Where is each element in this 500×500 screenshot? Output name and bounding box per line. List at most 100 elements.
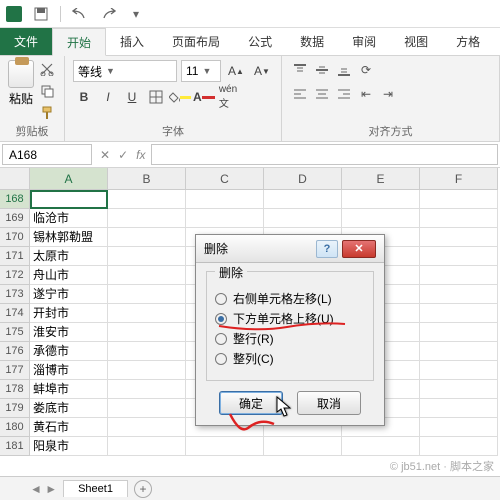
row-header[interactable]: 173 (0, 285, 30, 304)
cell[interactable] (108, 418, 186, 437)
border-button[interactable] (145, 86, 167, 108)
cell[interactable] (108, 285, 186, 304)
fx-icon[interactable]: fx (136, 148, 145, 162)
qat-customize-icon[interactable]: ▾ (127, 5, 145, 23)
column-header[interactable]: A (30, 168, 108, 190)
sheet-nav[interactable]: ◄ ► (30, 482, 57, 496)
row-header[interactable]: 168 (0, 190, 30, 209)
cancel-button[interactable]: 取消 (297, 391, 361, 415)
tab-view[interactable]: 视图 (390, 28, 442, 55)
cell[interactable] (420, 285, 498, 304)
decrease-indent-icon[interactable]: ⇤ (356, 84, 376, 104)
fill-color-button[interactable] (169, 86, 191, 108)
cell[interactable]: 开封市 (30, 304, 108, 323)
cell[interactable] (186, 437, 264, 456)
redo-icon[interactable] (99, 5, 117, 23)
row-header[interactable]: 171 (0, 247, 30, 266)
cell[interactable] (108, 190, 186, 209)
cell[interactable] (108, 247, 186, 266)
cell[interactable] (420, 304, 498, 323)
italic-button[interactable]: I (97, 86, 119, 108)
cell[interactable] (420, 342, 498, 361)
sheet-tab[interactable]: Sheet1 (63, 480, 128, 497)
font-name-combo[interactable]: 等线▼ (73, 60, 177, 82)
cell[interactable]: 黄石市 (30, 418, 108, 437)
cell[interactable] (342, 190, 420, 209)
save-icon[interactable] (32, 5, 50, 23)
cut-icon[interactable] (38, 60, 56, 78)
cell[interactable] (108, 209, 186, 228)
tab-formulas[interactable]: 公式 (234, 28, 286, 55)
cell[interactable] (420, 437, 498, 456)
cell[interactable] (420, 418, 498, 437)
row-header[interactable]: 176 (0, 342, 30, 361)
cell[interactable]: 淮安市 (30, 323, 108, 342)
column-header[interactable]: B (108, 168, 186, 190)
cell[interactable] (264, 190, 342, 209)
underline-button[interactable]: U (121, 86, 143, 108)
cell[interactable] (108, 399, 186, 418)
cell[interactable] (264, 437, 342, 456)
cell[interactable]: 阳泉市 (30, 437, 108, 456)
cell[interactable] (108, 266, 186, 285)
radio-entire-row[interactable]: 整行(R) (215, 330, 365, 347)
increase-indent-icon[interactable]: ⇥ (378, 84, 398, 104)
cell[interactable] (420, 380, 498, 399)
formula-bar[interactable] (151, 144, 498, 165)
dialog-help-button[interactable]: ? (316, 240, 338, 258)
cell[interactable] (420, 190, 498, 209)
align-left-icon[interactable] (290, 84, 310, 104)
radio-shift-up[interactable]: 下方单元格上移(U) (215, 310, 365, 327)
cell[interactable] (108, 228, 186, 247)
font-color-button[interactable]: A (193, 86, 215, 108)
row-header[interactable]: 175 (0, 323, 30, 342)
cell[interactable] (108, 361, 186, 380)
accept-formula-icon[interactable]: ✓ (118, 148, 128, 162)
row-header[interactable]: 172 (0, 266, 30, 285)
cell[interactable]: 娄底市 (30, 399, 108, 418)
cell[interactable] (420, 228, 498, 247)
tab-insert[interactable]: 插入 (106, 28, 158, 55)
cell[interactable] (186, 190, 264, 209)
radio-shift-left[interactable]: 右侧单元格左移(L) (215, 290, 365, 307)
cell[interactable] (342, 437, 420, 456)
cell[interactable] (420, 399, 498, 418)
row-header[interactable]: 174 (0, 304, 30, 323)
align-top-icon[interactable] (290, 60, 310, 80)
column-header[interactable]: D (264, 168, 342, 190)
cell[interactable]: 蚌埠市 (30, 380, 108, 399)
decrease-font-icon[interactable]: A▼ (251, 60, 273, 82)
cell[interactable] (108, 342, 186, 361)
ok-button[interactable]: 确定 (219, 391, 283, 415)
row-header[interactable]: 170 (0, 228, 30, 247)
column-header[interactable]: C (186, 168, 264, 190)
cell[interactable] (420, 361, 498, 380)
cell[interactable] (108, 304, 186, 323)
cell[interactable]: 遂宁市 (30, 285, 108, 304)
cell[interactable]: 锡林郭勒盟 (30, 228, 108, 247)
cell[interactable]: 承德市 (30, 342, 108, 361)
align-right-icon[interactable] (334, 84, 354, 104)
tab-home[interactable]: 开始 (52, 28, 106, 56)
cell[interactable] (264, 209, 342, 228)
cell[interactable] (342, 209, 420, 228)
radio-entire-col[interactable]: 整列(C) (215, 350, 365, 367)
orientation-icon[interactable]: ⟳ (356, 60, 376, 80)
row-header[interactable]: 177 (0, 361, 30, 380)
align-center-icon[interactable] (312, 84, 332, 104)
cell[interactable] (30, 190, 108, 209)
cell[interactable] (108, 323, 186, 342)
column-header[interactable]: F (420, 168, 498, 190)
tab-extra[interactable]: 方格 (442, 28, 494, 55)
cancel-formula-icon[interactable]: ✕ (100, 148, 110, 162)
cell[interactable] (420, 266, 498, 285)
row-header[interactable]: 179 (0, 399, 30, 418)
align-middle-icon[interactable] (312, 60, 332, 80)
cell[interactable] (420, 323, 498, 342)
cell[interactable] (186, 209, 264, 228)
undo-icon[interactable] (71, 5, 89, 23)
tab-file[interactable]: 文件 (0, 28, 52, 55)
copy-icon[interactable] (38, 82, 56, 100)
tab-review[interactable]: 审阅 (338, 28, 390, 55)
cell[interactable]: 太原市 (30, 247, 108, 266)
